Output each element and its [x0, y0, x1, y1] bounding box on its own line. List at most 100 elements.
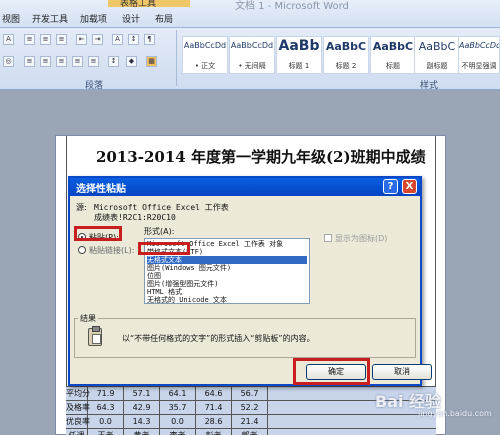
tab-layout[interactable]: 布局	[155, 12, 173, 25]
table-cell: 14.3	[124, 415, 160, 428]
display-as-icon-checkbox[interactable]	[324, 234, 332, 242]
window-title: 文档 1 - Microsoft Word	[235, 1, 349, 12]
table-cell: 李老	[160, 429, 196, 435]
align-left-icon[interactable]: ≡	[24, 56, 35, 67]
table-cell: 64.3	[88, 401, 124, 414]
style-heading-2[interactable]: AaBbC 标题 2	[323, 36, 369, 74]
style-sample: AaBbC	[325, 40, 367, 53]
style-name: • 正文	[194, 62, 216, 70]
numbering-icon[interactable]: ≡	[40, 34, 51, 45]
row-label: 任课	[66, 429, 88, 435]
table-cell: 黄老	[124, 429, 160, 435]
result-label: 结果	[78, 313, 98, 324]
cancel-button[interactable]: 取消	[372, 364, 432, 380]
increase-indent-icon[interactable]: ⇥	[92, 34, 103, 45]
table-cell: 郭老	[232, 429, 268, 435]
row-label: 及格率	[66, 401, 90, 414]
table-cell: 57.1	[124, 387, 160, 400]
format-option[interactable]: 无格式的 Unicode 文本	[147, 296, 227, 304]
tab-developer[interactable]: 开发工具	[32, 12, 68, 25]
paste-link-radio[interactable]	[78, 246, 86, 254]
table-cell: 71.4	[196, 401, 232, 414]
style-name: • 无间隔	[238, 62, 266, 70]
style-no-spacing[interactable]: AaBbCcDd • 无间隔	[229, 36, 275, 74]
shading-icon[interactable]: ◆	[126, 56, 137, 67]
dialog-titlebar[interactable]: 选择性粘贴 ? X	[70, 178, 420, 196]
help-button[interactable]: ?	[383, 179, 398, 194]
baidu-watermark-url: jingyan.baidu.com	[418, 409, 492, 418]
close-button[interactable]: X	[402, 179, 417, 194]
highlight-paste-radio	[74, 226, 122, 241]
table-row: 优良率 0.0 14.3 0.0 28.6 21.4	[66, 414, 436, 428]
justify-icon[interactable]: ≡	[72, 56, 83, 67]
decrease-indent-icon[interactable]: ⇤	[76, 34, 87, 45]
style-sample: AaBbCcDd	[459, 41, 499, 50]
screen: 表格工具 文档 1 - Microsoft Word 视图 开发工具 加载项 设…	[0, 0, 500, 435]
sort-icon[interactable]: ↕	[128, 34, 139, 45]
format-option[interactable]: HTML 格式	[147, 288, 182, 296]
align-center-icon[interactable]: ≡	[40, 56, 51, 67]
line-spacing-icon[interactable]: ↕	[108, 56, 119, 67]
style-normal[interactable]: AaBbCcDd • 正文	[182, 36, 228, 74]
table-cell: 64.6	[196, 387, 232, 400]
source-range: 成绩表!R2C1:R20C10	[94, 213, 176, 222]
table-cell: 35.7	[160, 401, 196, 414]
style-sample: AaBbC	[372, 40, 414, 53]
style-name: 副标题	[426, 62, 448, 70]
tab-design[interactable]: 设计	[122, 12, 140, 25]
format-option[interactable]: 图片(Windows 图元文件)	[147, 264, 231, 272]
table-cell: 28.6	[196, 415, 232, 428]
show-marks-icon[interactable]: ¶	[144, 34, 155, 45]
style-name: 标题 2	[335, 62, 357, 70]
style-name: 不明显强调	[461, 62, 497, 70]
table-row: 任课 王老 黄老 李老 彭老 郭老	[66, 428, 436, 435]
tab-view[interactable]: 视图	[2, 12, 20, 25]
ribbon-separator	[176, 30, 177, 86]
table-cell: 王老	[88, 429, 124, 435]
chinese-layout-icon[interactable]: A	[112, 34, 123, 45]
align-right-icon[interactable]: ≡	[56, 56, 67, 67]
style-subtitle[interactable]: AaBbC 副标题	[414, 36, 460, 74]
dialog-title: 选择性粘贴	[76, 184, 126, 195]
style-title[interactable]: AaBbC 标题	[370, 36, 416, 74]
context-tab-group-label: 表格工具	[120, 0, 157, 9]
style-sample: AaBbC	[418, 40, 456, 53]
highlight-unformatted-text	[138, 242, 190, 255]
style-sample: AaBbCcDd	[230, 41, 274, 50]
source-label: 源:	[76, 203, 87, 212]
table-cell: 71.9	[88, 387, 124, 400]
paste-special-dialog: 选择性粘贴 ? X 源: Microsoft Office Excel 工作表 …	[68, 176, 432, 386]
style-heading-1[interactable]: AaBb 标题 1	[276, 36, 322, 74]
font-color-icon[interactable]: A	[3, 34, 14, 45]
clipboard-icon	[88, 326, 102, 346]
table-cell: 0.0	[88, 415, 124, 428]
table-cell: 56.7	[232, 387, 268, 400]
paste-link-radio-label[interactable]: 粘贴链接(L):	[89, 245, 134, 256]
ribbon-body: A ◎ ≡ ≡ ≡ ⇤ ⇥ A ↕ ¶ ≡ ≡ ≡ ≡ ≡ ↕ ◆ ▦ 段落 A…	[0, 28, 500, 91]
style-subtle-emphasis[interactable]: AaBbCcDd 不明显强调	[458, 36, 500, 74]
highlight-ok-button	[293, 358, 370, 385]
display-as-icon-label[interactable]: 显示为图标(D)	[335, 233, 387, 244]
row-label: 优良率	[66, 415, 90, 428]
table-cell: 52.2	[232, 401, 268, 414]
multilevel-list-icon[interactable]: ≡	[56, 34, 67, 45]
borders-icon[interactable]: ▦	[146, 56, 157, 67]
row-label: 平均分	[66, 387, 90, 400]
form-label: 形式(A):	[144, 227, 175, 236]
bullets-icon[interactable]: ≡	[24, 34, 35, 45]
format-option[interactable]: 位图	[147, 272, 161, 280]
style-sample: AaBbCcDd	[183, 41, 227, 50]
distribute-icon[interactable]: ≡	[88, 56, 99, 67]
tab-addins[interactable]: 加载项	[80, 12, 107, 25]
ribbon-tab-bar: 表格工具 文档 1 - Microsoft Word 视图 开发工具 加载项 设…	[0, 0, 500, 28]
result-text: 以“不带任何格式的文字”的形式插入“剪贴板”的内容。	[122, 334, 315, 343]
table-cell: 21.4	[232, 415, 268, 428]
table-cell: 彭老	[196, 429, 232, 435]
style-name: 标题	[386, 62, 400, 70]
style-name: 标题 1	[288, 62, 310, 70]
style-sample: AaBb	[278, 38, 320, 54]
format-option[interactable]: 图片(增强型图元文件)	[147, 280, 218, 288]
document-title: 2013-2014 年度第一学期九年级(2)班期中成绩	[96, 148, 426, 166]
format-option-selected[interactable]: 无格式文本	[147, 256, 307, 264]
char-border-icon[interactable]: ◎	[3, 56, 14, 67]
